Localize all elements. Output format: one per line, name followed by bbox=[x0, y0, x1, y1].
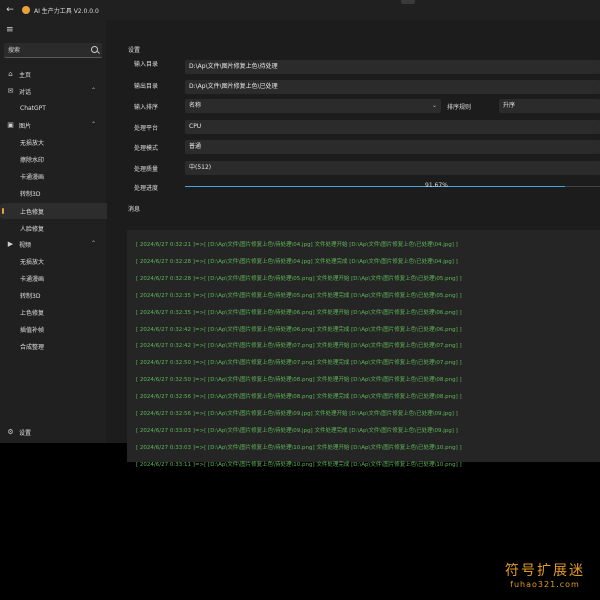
sidebar-item-video-3d[interactable]: 转制3D bbox=[0, 287, 124, 303]
sidebar-item-label: 人脸修复 bbox=[20, 225, 45, 233]
window-drag-handle[interactable] bbox=[401, 0, 415, 4]
progress-label: 处理进度 bbox=[134, 185, 159, 192]
sidebar-item-face-restore[interactable]: 人脸修复 bbox=[0, 220, 124, 236]
log-line: [ 2024/6/27 0:32:56 ]=>[ [D:\Ap\文件\图片修复上… bbox=[136, 394, 462, 401]
sidebar-item-video-colorize[interactable]: 上色修复 bbox=[0, 304, 124, 320]
back-arrow-icon[interactable]: ← bbox=[0, 0, 20, 20]
sidebar-item-label: 图片 bbox=[19, 122, 32, 130]
search-box[interactable] bbox=[4, 43, 102, 58]
chevron-up-icon: ⌃ bbox=[90, 121, 96, 128]
sidebar-item-video-cartoon[interactable]: 卡通漫画 bbox=[0, 270, 124, 286]
log-line: [ 2024/6/27 0:32:50 ]=>[ [D:\Ap\文件\图片修复上… bbox=[136, 360, 462, 367]
log-line: [ 2024/6/27 0:32:50 ]=>[ [D:\Ap\文件\图片修复上… bbox=[136, 377, 462, 384]
chevron-up-icon: ⌃ bbox=[90, 240, 96, 247]
title-bar: ← AI 生产力工具 V2.0.0.0 bbox=[0, 0, 600, 20]
log-line: [ 2024/6/27 0:33:03 ]=>[ [D:\Ap\文件\图片修复上… bbox=[136, 444, 462, 451]
messages-section-title: 消息 bbox=[128, 206, 141, 213]
sidebar-item-label: ChatGPT bbox=[20, 104, 46, 112]
log-line: [ 2024/6/27 0:32:21 ]=>[ [D:\Ap\文件\图片修复上… bbox=[136, 242, 458, 248]
sidebar-item-label: 擦除水印 bbox=[20, 156, 45, 164]
search-input[interactable] bbox=[8, 43, 88, 57]
progress-bar bbox=[185, 186, 600, 187]
image-icon: ▣ bbox=[7, 120, 14, 129]
sort-label: 输入排序 bbox=[134, 104, 159, 111]
chevron-down-icon: ⌄ bbox=[431, 102, 437, 109]
chevron-up-icon: ⌃ bbox=[90, 87, 96, 94]
sidebar-item-chatgpt[interactable]: ChatGPT bbox=[0, 100, 124, 116]
sidebar-item-label: 卡通漫画 bbox=[20, 275, 45, 283]
platform-select[interactable]: CPU bbox=[185, 120, 600, 134]
video-icon: ▶ bbox=[7, 239, 14, 248]
watermark-url: fuhao321.com bbox=[510, 580, 580, 589]
sidebar-item-label: 设置 bbox=[19, 429, 32, 437]
sidebar-item-label: 上色修复 bbox=[20, 208, 45, 216]
sidebar-item-label: 卡通漫画 bbox=[20, 173, 45, 181]
platform-label: 处理平台 bbox=[134, 125, 159, 132]
sidebar: ≡ ⌂ 主页 ✉ 对话 ⌃ ChatGPT ▣ 图片 ⌃ 无损放大 擦除水印 bbox=[0, 20, 124, 443]
sidebar-item-frame-interpolation[interactable]: 插值补帧 bbox=[0, 321, 124, 337]
sort-rule-select-value: 升序 bbox=[503, 102, 516, 109]
gear-icon: ⚙ bbox=[7, 427, 14, 436]
sidebar-item-watermark-remove[interactable]: 擦除水印 bbox=[0, 151, 124, 167]
sort-rule-label: 排序规则 bbox=[447, 104, 472, 111]
sidebar-item-video[interactable]: ▶ 视频 ⌃ bbox=[0, 236, 104, 252]
log-line: [ 2024/6/27 0:32:42 ]=>[ [D:\Ap\文件\图片修复上… bbox=[136, 343, 462, 350]
output-dir-field[interactable]: D:\Ap\文件\图片修复上色\已处理 bbox=[185, 80, 600, 94]
app-window: ← AI 生产力工具 V2.0.0.0 ≡ ⌂ 主页 ✉ 对话 ⌃ ChatGP… bbox=[0, 0, 600, 468]
output-dir-label: 输出目录 bbox=[134, 83, 159, 90]
sidebar-item-label: 视频 bbox=[19, 241, 32, 249]
sidebar-item-label: 上色修复 bbox=[20, 309, 45, 317]
main-panel: 设置 输入目录 D:\Ap\文件\图片修复上色\待处理 输出目录 D:\Ap\文… bbox=[107, 20, 600, 468]
sort-select-value: 名称 bbox=[189, 102, 202, 109]
sidebar-item-image-colorize[interactable]: 上色修复 bbox=[0, 203, 124, 219]
quality-label: 处理质量 bbox=[134, 166, 159, 173]
sidebar-item-label: 合成整理 bbox=[20, 343, 45, 351]
log-line: [ 2024/6/27 0:32:35 ]=>[ [D:\Ap\文件\图片修复上… bbox=[136, 292, 462, 299]
search-icon[interactable] bbox=[91, 46, 98, 53]
mode-label: 处理模式 bbox=[134, 145, 159, 152]
sidebar-item-video-upscale[interactable]: 无损放大 bbox=[0, 253, 124, 269]
sidebar-item-label: 转制3D bbox=[20, 190, 41, 198]
sidebar-item-settings[interactable]: ⚙ 设置 bbox=[0, 424, 104, 440]
watermark: 符号扩展迷 fuhao321.com bbox=[500, 560, 590, 589]
sidebar-item-image-cartoon[interactable]: 卡通漫画 bbox=[0, 168, 124, 184]
sidebar-item-label: 主页 bbox=[19, 71, 32, 79]
log-line: [ 2024/6/27 0:32:35 ]=>[ [D:\Ap\文件\图片修复上… bbox=[136, 309, 462, 316]
sidebar-item-label: 无损放大 bbox=[20, 258, 45, 266]
sort-select[interactable]: 名称 ⌄ bbox=[185, 99, 441, 113]
log-line: [ 2024/6/27 0:32:28 ]=>[ [D:\Ap\文件\图片修复上… bbox=[136, 275, 462, 282]
watermark-text: 符号扩展迷 bbox=[505, 563, 585, 579]
sidebar-item-label: 对话 bbox=[19, 88, 32, 96]
quality-select[interactable]: 中(512) bbox=[185, 161, 600, 175]
sidebar-item-home[interactable]: ⌂ 主页 bbox=[0, 66, 104, 82]
sort-rule-select[interactable]: 升序 bbox=[499, 99, 600, 113]
mode-select[interactable]: 普通 bbox=[185, 140, 600, 154]
log-line: [ 2024/6/27 0:32:56 ]=>[ [D:\Ap\文件\图片修复上… bbox=[136, 411, 458, 417]
sidebar-item-image-upscale[interactable]: 无损放大 bbox=[0, 134, 124, 150]
app-title: AI 生产力工具 V2.0.0.0 bbox=[34, 7, 99, 15]
sidebar-item-compose[interactable]: 合成整理 bbox=[0, 338, 124, 354]
chat-icon: ✉ bbox=[7, 86, 14, 95]
sidebar-item-chat[interactable]: ✉ 对话 ⌃ bbox=[0, 83, 104, 99]
sidebar-item-label: 转制3D bbox=[20, 292, 41, 300]
home-icon: ⌂ bbox=[8, 69, 13, 78]
log-line: [ 2024/6/27 0:32:42 ]=>[ [D:\Ap\文件\图片修复上… bbox=[136, 326, 462, 333]
log-line: [ 2024/6/27 0:33:03 ]=>[ [D:\Ap\文件\图片修复上… bbox=[136, 427, 458, 434]
sidebar-item-label: 无损放大 bbox=[20, 139, 45, 147]
menu-icon[interactable]: ≡ bbox=[6, 25, 14, 35]
settings-section-title: 设置 bbox=[128, 47, 141, 54]
app-logo-icon bbox=[22, 6, 30, 14]
input-dir-label: 输入目录 bbox=[134, 61, 159, 68]
log-line: [ 2024/6/27 0:32:28 ]=>[ [D:\Ap\文件\图片修复上… bbox=[136, 258, 458, 265]
input-dir-field[interactable]: D:\Ap\文件\图片修复上色\待处理 bbox=[185, 60, 600, 74]
sidebar-item-label: 插值补帧 bbox=[20, 326, 45, 334]
progress-bar-fill bbox=[185, 186, 566, 187]
log-line: [ 2024/6/27 0:33:11 ]=>[ [D:\Ap\文件\图片修复上… bbox=[136, 461, 462, 468]
progress-percent: 91.67% bbox=[425, 182, 448, 189]
sidebar-item-image[interactable]: ▣ 图片 ⌃ bbox=[0, 117, 104, 133]
sidebar-item-image-3d[interactable]: 转制3D bbox=[0, 185, 124, 201]
message-log[interactable]: [ 2024/6/27 0:32:21 ]=>[ [D:\Ap\文件\图片修复上… bbox=[127, 230, 600, 468]
